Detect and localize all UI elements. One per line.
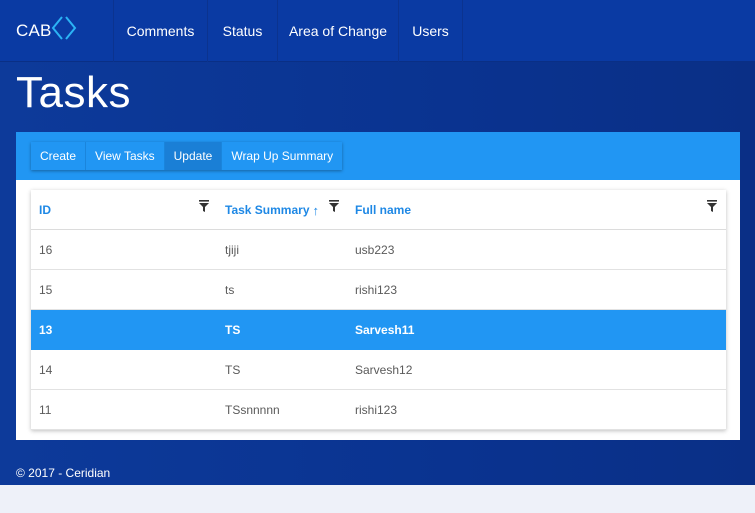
column-header-label: ID (39, 203, 51, 217)
nav-item-status[interactable]: Status (207, 0, 277, 62)
column-header-full-name[interactable]: Full name (355, 190, 411, 230)
diamond-logo-icon (51, 16, 77, 40)
cell-task-summary: TS (225, 323, 241, 337)
update-button[interactable]: Update (164, 142, 223, 170)
cell-task-summary: TS (225, 363, 241, 377)
table-row[interactable]: 11 TSsnnnnn rishi123 (31, 390, 726, 430)
app-background: CAB Comments Status Area of Change Users… (0, 0, 755, 485)
brand-name: CAB (16, 21, 52, 40)
cell-task-summary: tjiji (225, 243, 239, 257)
tasks-grid: ID Task Summary ↑ Full name 16 tjiji usb… (31, 190, 726, 430)
table-row[interactable]: 16 tjiji usb223 (31, 230, 726, 270)
navbar: CAB Comments Status Area of Change Users (0, 0, 755, 62)
cell-full-name: rishi123 (355, 283, 398, 297)
view-tasks-button[interactable]: View Tasks (86, 142, 165, 170)
cell-id: 13 (39, 323, 53, 337)
cell-id: 16 (39, 243, 53, 257)
tasks-panel: Create View Tasks Update Wrap Up Summary… (16, 132, 740, 440)
column-header-label: Task Summary (225, 203, 310, 217)
grid-header: ID Task Summary ↑ Full name (31, 190, 726, 230)
page-title: Tasks (16, 68, 131, 117)
cell-id: 11 (39, 403, 52, 417)
nav-item-label: Users (412, 23, 449, 39)
cell-full-name: usb223 (355, 243, 395, 257)
cell-full-name: Sarvesh11 (355, 323, 415, 337)
nav-item-label: Comments (126, 23, 195, 39)
wrap-up-summary-button[interactable]: Wrap Up Summary (222, 142, 343, 170)
column-header-id[interactable]: ID (39, 190, 51, 230)
nav-item-comments[interactable]: Comments (113, 0, 207, 62)
cell-id: 14 (39, 363, 53, 377)
table-row[interactable]: 15 ts rishi123 (31, 270, 726, 310)
cell-id: 15 (39, 283, 53, 297)
footer-copyright: © 2017 - Ceridian (16, 466, 111, 480)
cell-full-name: Sarvesh12 (355, 363, 413, 377)
toolbar: Create View Tasks Update Wrap Up Summary (16, 132, 740, 180)
filter-icon[interactable] (707, 200, 717, 212)
table-row-selected[interactable]: 13 TS Sarvesh11 (31, 310, 726, 350)
cell-task-summary: ts (225, 283, 235, 297)
nav-item-users[interactable]: Users (398, 0, 463, 62)
column-header-task-summary[interactable]: Task Summary ↑ (225, 190, 319, 230)
nav-item-label: Status (222, 23, 263, 39)
create-button[interactable]: Create (31, 142, 87, 170)
cell-task-summary: TSsnnnnn (225, 403, 280, 417)
filter-icon[interactable] (199, 200, 209, 212)
filter-icon[interactable] (329, 200, 339, 212)
cell-full-name: rishi123 (355, 403, 398, 417)
column-header-label: Full name (355, 203, 412, 217)
nav-item-area-of-change[interactable]: Area of Change (277, 0, 398, 62)
table-row[interactable]: 14 TS Sarvesh12 (31, 350, 726, 390)
nav-item-label: Area of Change (288, 23, 388, 39)
sort-ascending-icon: ↑ (312, 202, 320, 218)
toolbar-button-group: Create View Tasks Update Wrap Up Summary (31, 142, 343, 170)
